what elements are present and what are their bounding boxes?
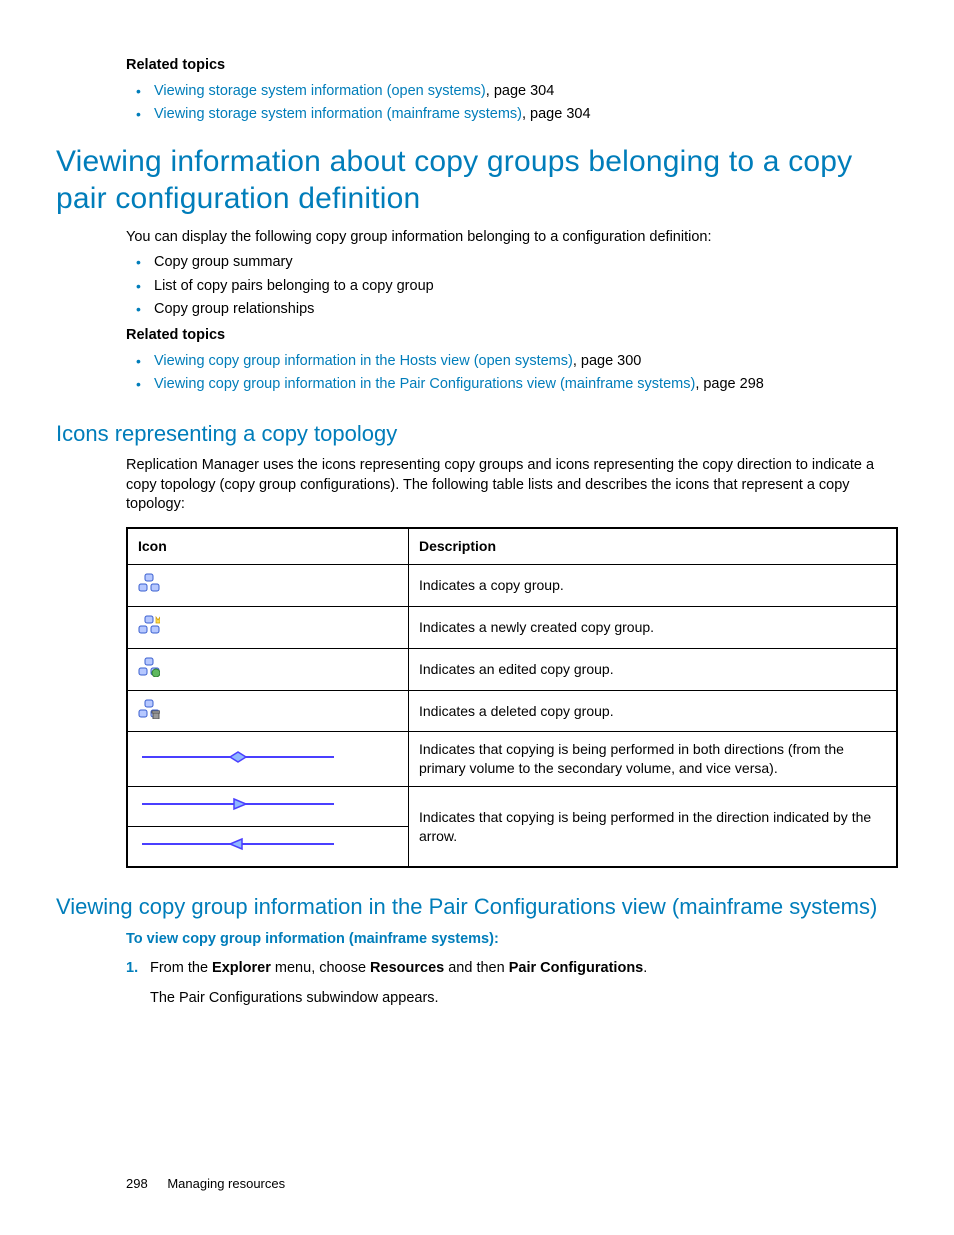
table-row: Indicates a deleted copy group. xyxy=(127,690,897,732)
subsection-pairconfig-heading: Viewing copy group information in the Pa… xyxy=(56,892,898,922)
related-link[interactable]: Viewing storage system information (main… xyxy=(154,106,522,122)
list-item: Copy group relationships xyxy=(126,300,898,320)
list-item: List of copy pairs belonging to a copy g… xyxy=(126,277,898,297)
left-arrow-icon xyxy=(138,835,338,858)
related-topics-heading-1: Related topics xyxy=(126,56,898,76)
step-result: The Pair Configurations subwindow appear… xyxy=(150,989,898,1009)
right-arrow-icon xyxy=(138,795,338,818)
page-ref: , page 298 xyxy=(695,376,764,392)
icons-paragraph: Replication Manager uses the icons repre… xyxy=(126,456,898,515)
list-item: Viewing storage system information (open… xyxy=(126,82,898,102)
icon-table: Icon Description Indicates a copy group. xyxy=(126,527,898,868)
deleted-copy-group-icon xyxy=(138,699,160,724)
related-link[interactable]: Viewing copy group information in the Ho… xyxy=(154,353,573,369)
icon-cell xyxy=(127,827,409,867)
icon-cell xyxy=(127,787,409,827)
table-row: Indicates that copying is being performe… xyxy=(127,787,897,827)
desc-cell: Indicates that copying is being performe… xyxy=(409,732,898,787)
menu-pair-configurations: Pair Configurations xyxy=(509,960,644,976)
page-footer: 298 Managing resources xyxy=(126,1175,285,1193)
related-topics-list-1: Viewing storage system information (open… xyxy=(126,82,898,125)
both-directions-arrow-icon xyxy=(138,748,338,771)
step-text: From the xyxy=(150,960,212,976)
th-description: Description xyxy=(409,528,898,564)
page-number: 298 xyxy=(126,1176,148,1191)
menu-resources: Resources xyxy=(370,960,444,976)
procedure-step: 1. From the Explorer menu, choose Resour… xyxy=(126,959,898,1008)
table-row: Indicates an edited copy group. xyxy=(127,648,897,690)
related-topics-list-2: Viewing copy group information in the Ho… xyxy=(126,352,898,395)
intro-paragraph: You can display the following copy group… xyxy=(126,228,898,248)
step-text: menu, choose xyxy=(271,960,370,976)
subsection-icons-heading: Icons representing a copy topology xyxy=(56,419,898,449)
step-number: 1. xyxy=(126,959,150,1008)
footer-title: Managing resources xyxy=(167,1176,285,1191)
desc-cell: Indicates a copy group. xyxy=(409,564,898,606)
step-text: . xyxy=(643,960,647,976)
icon-cell xyxy=(127,606,409,648)
icon-cell xyxy=(127,648,409,690)
related-link[interactable]: Viewing copy group information in the Pa… xyxy=(154,376,695,392)
list-item: Viewing storage system information (main… xyxy=(126,105,898,125)
intro-list: Copy group summary List of copy pairs be… xyxy=(126,253,898,320)
icon-cell xyxy=(127,564,409,606)
menu-explorer: Explorer xyxy=(212,960,271,976)
list-item: Viewing copy group information in the Pa… xyxy=(126,375,898,395)
desc-cell: Indicates a newly created copy group. xyxy=(409,606,898,648)
page-ref: , page 304 xyxy=(522,106,591,122)
copy-group-icon xyxy=(138,573,160,598)
section-heading-main: Viewing information about copy groups be… xyxy=(56,143,898,218)
edited-copy-group-icon xyxy=(138,657,160,682)
icon-cell xyxy=(127,732,409,787)
table-row: Indicates that copying is being performe… xyxy=(127,732,897,787)
table-row: Indicates a copy group. xyxy=(127,564,897,606)
related-topics-heading-2: Related topics xyxy=(126,326,898,346)
step-body: From the Explorer menu, choose Resources… xyxy=(150,959,898,1008)
table-row: Indicates a newly created copy group. xyxy=(127,606,897,648)
list-item: Copy group summary xyxy=(126,253,898,273)
desc-cell: Indicates a deleted copy group. xyxy=(409,690,898,732)
desc-cell: Indicates that copying is being performe… xyxy=(409,787,898,867)
step-text: and then xyxy=(444,960,509,976)
list-item: Viewing copy group information in the Ho… xyxy=(126,352,898,372)
related-link[interactable]: Viewing storage system information (open… xyxy=(154,83,486,99)
desc-cell: Indicates an edited copy group. xyxy=(409,648,898,690)
th-icon: Icon xyxy=(127,528,409,564)
page-ref: , page 300 xyxy=(573,353,642,369)
icon-cell xyxy=(127,690,409,732)
procedure-heading: To view copy group information (mainfram… xyxy=(126,930,898,950)
page-ref: , page 304 xyxy=(486,83,555,99)
new-copy-group-icon xyxy=(138,615,160,640)
